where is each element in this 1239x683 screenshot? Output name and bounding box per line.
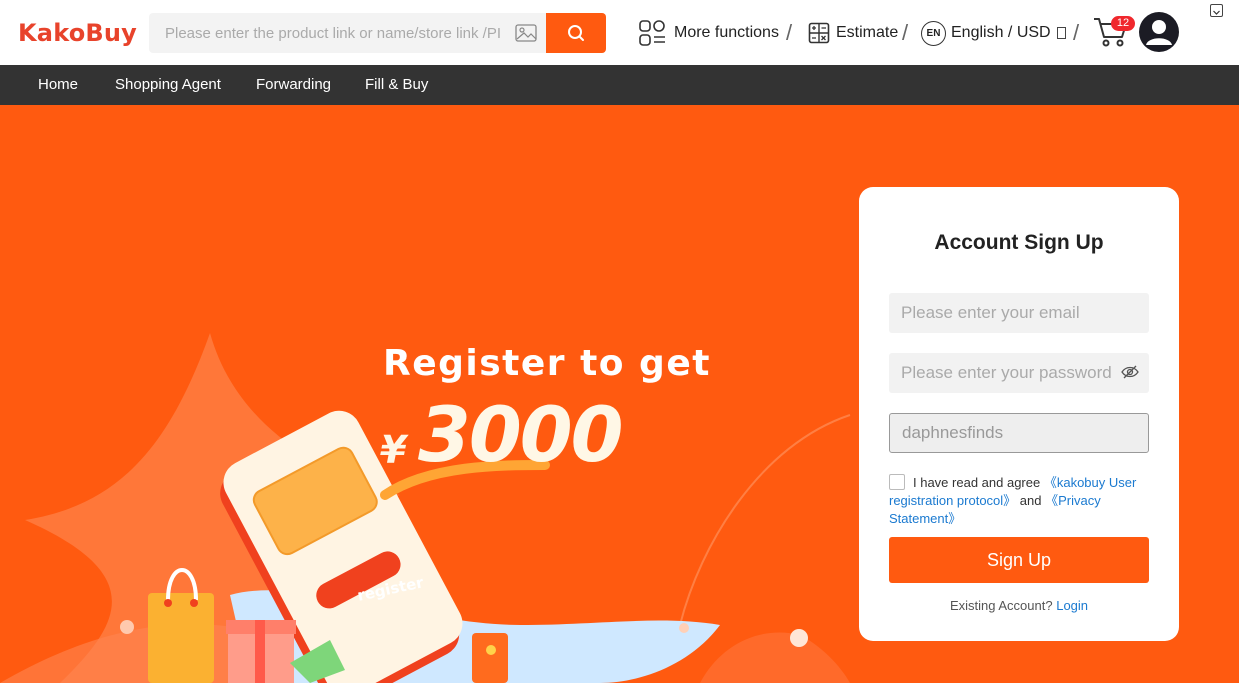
signup-card: Account Sign Up I have read and agree 《k… — [859, 187, 1179, 641]
nav-shopping-agent[interactable]: Shopping Agent — [115, 65, 221, 105]
user-icon — [1146, 20, 1172, 45]
promo-headline: Register to get — [383, 343, 711, 384]
promo-currency: ¥ — [380, 428, 407, 472]
and-text: and — [1019, 493, 1042, 508]
search-bar — [149, 13, 606, 53]
kakobuy-logo[interactable]: KakoBuy — [18, 19, 137, 47]
search-button[interactable] — [546, 13, 606, 53]
image-search-icon[interactable] — [515, 23, 537, 43]
user-avatar[interactable] — [1139, 12, 1179, 52]
language-globe-icon: EN — [921, 20, 946, 46]
password-field[interactable] — [889, 353, 1149, 393]
language-currency-label: English / USD — [951, 24, 1051, 41]
top-header: KakoBuy More functions / — [0, 0, 1239, 65]
collapse-icon[interactable] — [1210, 4, 1223, 17]
signup-button[interactable]: Sign Up — [889, 537, 1149, 583]
search-input[interactable] — [149, 13, 511, 53]
existing-account-text: Existing Account? — [949, 598, 1053, 613]
more-functions-menu[interactable]: More functions — [638, 19, 779, 47]
chevron-down-icon — [1213, 10, 1220, 15]
nav-forwarding[interactable]: Forwarding — [256, 65, 331, 105]
agreement-text: I have read and agree 《kakobuy User regi… — [889, 474, 1151, 528]
header-separator: / — [902, 20, 909, 45]
calculator-icon — [808, 22, 830, 44]
search-icon — [568, 25, 584, 41]
dropdown-icon — [1056, 27, 1066, 39]
estimate-link[interactable]: Estimate — [808, 19, 898, 47]
promo-amount: 3000 — [418, 390, 624, 479]
grid-menu-icon — [639, 20, 665, 46]
email-field[interactable] — [889, 293, 1149, 333]
existing-account-row: Existing Account? Login — [859, 598, 1179, 613]
login-link[interactable]: Login — [1056, 598, 1088, 613]
main-nav: Home Shopping Agent Forwarding Fill & Bu… — [0, 65, 1239, 105]
nav-home[interactable]: Home — [38, 65, 78, 105]
header-separator: / — [786, 20, 793, 45]
nav-fill-and-buy[interactable]: Fill & Buy — [365, 65, 428, 105]
agree-label: I have read and agree — [913, 475, 1041, 490]
language-currency-selector[interactable]: EN English / USD — [921, 19, 1066, 47]
cart-count-badge: 12 — [1111, 16, 1135, 31]
header-separator: / — [1073, 20, 1080, 45]
signup-title: Account Sign Up — [934, 231, 1104, 254]
invite-code-field[interactable] — [889, 413, 1149, 453]
estimate-label: Estimate — [836, 24, 899, 41]
eye-off-icon[interactable] — [1121, 365, 1139, 379]
more-functions-label: More functions — [674, 24, 779, 41]
